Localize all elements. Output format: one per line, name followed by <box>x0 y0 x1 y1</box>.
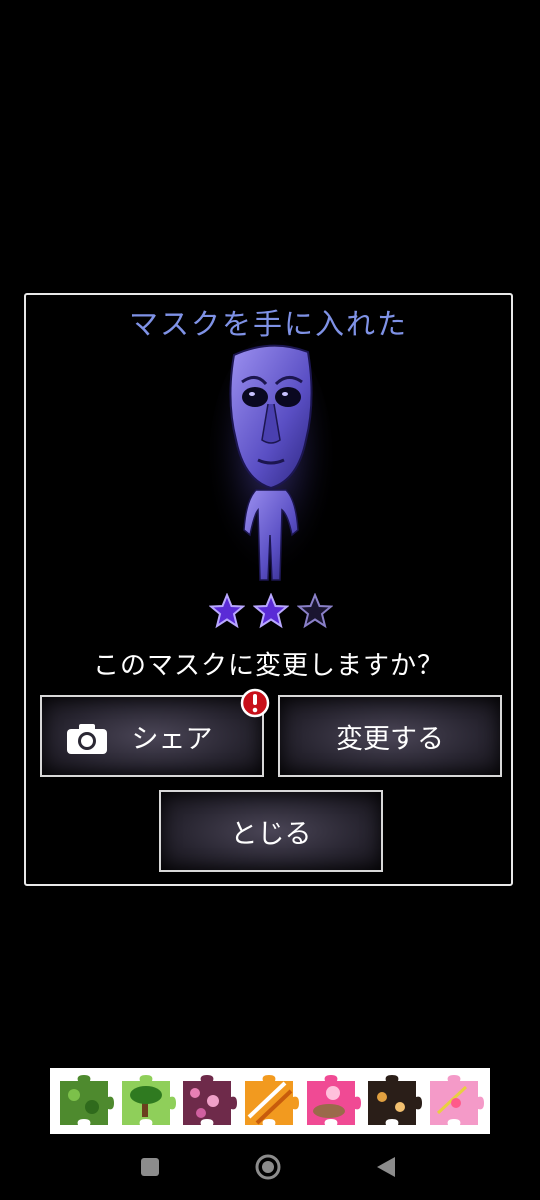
star-empty-icon <box>297 593 333 629</box>
game-screen: マスクを手に入れた このマスクに変更しますか？ シェア 変更する とじる <box>0 0 540 1200</box>
camera-icon <box>67 724 107 754</box>
mask-character-image <box>209 340 333 582</box>
puzzle-piece-orange-icon <box>244 1075 299 1125</box>
recent-apps-button[interactable] <box>130 1147 170 1187</box>
puzzle-piece-pink-candy-icon <box>430 1075 485 1125</box>
back-triangle-icon <box>377 1157 395 1177</box>
square-icon <box>141 1158 159 1176</box>
star-filled-icon <box>209 593 245 629</box>
puzzle-piece-pink-flowers-icon <box>183 1075 238 1125</box>
mask-obtained-dialog: マスクを手に入れた このマスクに変更しますか？ シェア 変更する とじる <box>24 293 513 886</box>
star-filled-icon <box>253 593 289 629</box>
share-button-label: シェア <box>131 723 213 755</box>
puzzle-piece-green-icon <box>59 1075 114 1125</box>
system-navigation-bar <box>0 1134 540 1200</box>
change-button-label: 変更する <box>336 723 444 755</box>
share-button[interactable]: シェア <box>40 695 264 777</box>
puzzle-piece-dark-sweets-icon <box>368 1075 423 1125</box>
home-circle-icon <box>255 1154 281 1180</box>
close-button[interactable]: とじる <box>159 790 383 872</box>
back-button[interactable] <box>366 1147 406 1187</box>
puzzle-piece-pink-bowl-icon <box>306 1075 361 1125</box>
change-mask-question: このマスクに変更しますか？ <box>92 651 444 681</box>
puzzle-piece-bonsai-icon <box>121 1075 176 1125</box>
rating-stars <box>206 593 336 633</box>
alert-badge-icon <box>240 688 270 718</box>
home-button[interactable] <box>248 1147 288 1187</box>
change-mask-button[interactable]: 変更する <box>278 695 502 777</box>
ad-banner[interactable] <box>50 1068 490 1134</box>
dialog-title: マスクを手に入れた <box>128 307 408 341</box>
close-button-label: とじる <box>230 818 312 850</box>
